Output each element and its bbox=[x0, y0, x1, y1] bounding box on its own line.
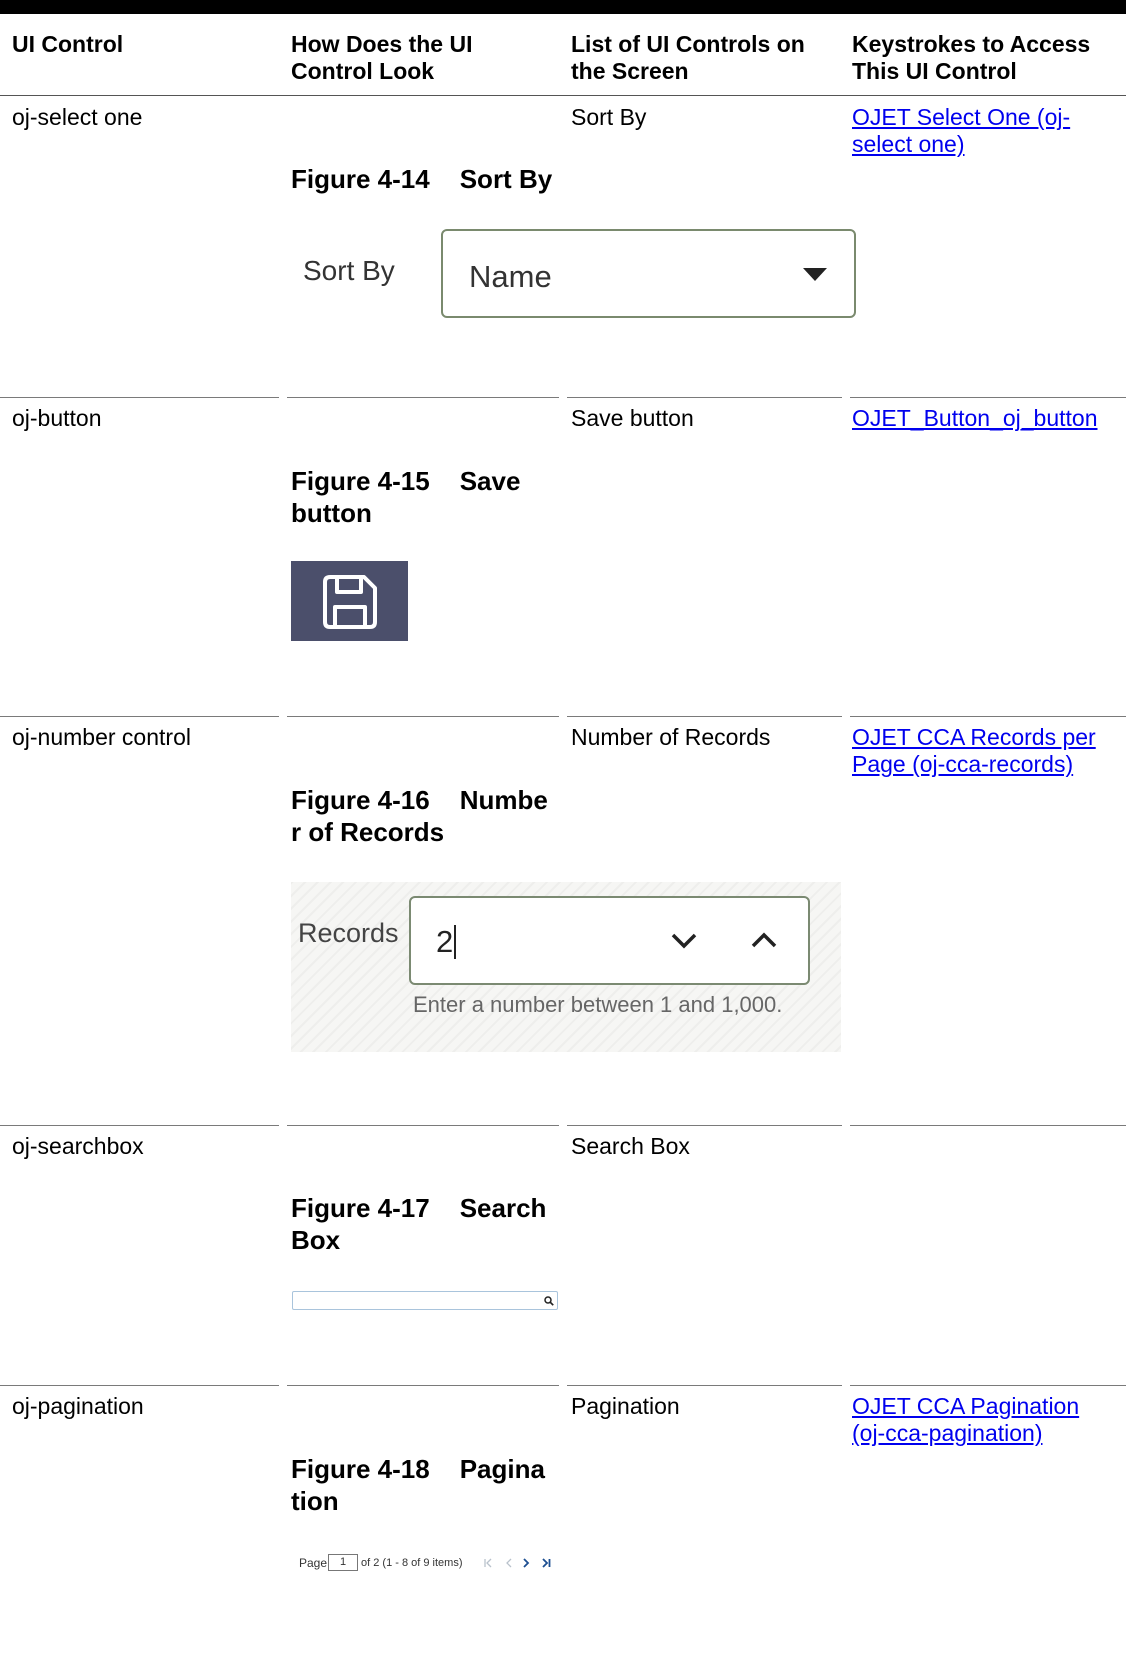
figure-caption: Figure 4-16 Number of Records bbox=[291, 784, 551, 848]
row-list-entry: Pagination bbox=[571, 1393, 680, 1419]
save-button[interactable] bbox=[291, 561, 408, 641]
figure-number: Figure 4-17 bbox=[291, 1193, 430, 1223]
header-control-look: How Does the UI Control Look bbox=[291, 31, 473, 84]
row-list-entry: Search Box bbox=[571, 1133, 690, 1159]
row-control: oj-button bbox=[12, 405, 102, 431]
figure-number: Figure 4-18 bbox=[291, 1454, 430, 1484]
keystroke-link-button[interactable]: OJET_Button_oj_button bbox=[852, 405, 1112, 432]
last-page-icon[interactable] bbox=[541, 1558, 551, 1568]
figure-title: Sort By bbox=[459, 164, 553, 194]
row-list-entry: Number of Records bbox=[571, 724, 771, 750]
previous-page-icon[interactable] bbox=[504, 1558, 514, 1568]
figure-caption: Figure 4-18 Pagination bbox=[291, 1453, 551, 1517]
row-control: oj-searchbox bbox=[12, 1133, 144, 1159]
records-label: Records bbox=[298, 918, 399, 948]
pagination-figure: Page 1 of 2 (1 - 8 of 9 items) bbox=[291, 1550, 561, 1580]
row-control: oj-select one bbox=[12, 104, 143, 130]
figure-number: Figure 4-15 bbox=[291, 466, 430, 496]
sort-by-figure: Sort By Name bbox=[291, 226, 861, 320]
pagination-summary: of 2 (1 - 8 of 9 items) bbox=[361, 1557, 463, 1569]
records-help-text: Enter a number between 1 and 1,000. bbox=[413, 992, 783, 1017]
top-rule bbox=[0, 0, 1126, 14]
records-value: 2 bbox=[436, 924, 454, 959]
first-page-icon[interactable] bbox=[483, 1558, 493, 1568]
pagination-page-input[interactable]: 1 bbox=[328, 1554, 358, 1571]
header-keystrokes: Keystrokes to Access This UI Control bbox=[852, 31, 1091, 84]
sort-by-label: Sort By bbox=[303, 255, 395, 286]
row-control: oj-pagination bbox=[12, 1393, 144, 1419]
search-icon[interactable] bbox=[544, 1296, 554, 1306]
keystroke-link-select-one[interactable]: OJET Select One (oj-select one) bbox=[852, 104, 1102, 158]
figure-caption: Figure 4-17 Search Box bbox=[291, 1192, 551, 1256]
row-control: oj-number control bbox=[12, 724, 191, 750]
chevron-down-icon[interactable] bbox=[669, 928, 699, 952]
figure-caption: Figure 4-14 Sort By bbox=[291, 163, 552, 195]
row-list-entry: Sort By bbox=[571, 104, 647, 130]
caret-down-icon[interactable] bbox=[803, 268, 827, 281]
chevron-up-icon[interactable] bbox=[749, 928, 779, 952]
text-cursor bbox=[454, 925, 456, 959]
header-controls-list: List of UI Controls on the Screen bbox=[571, 31, 805, 84]
figure-number: Figure 4-14 bbox=[291, 164, 430, 194]
records-figure: Records 2 Enter a number between 1 and 1… bbox=[291, 882, 841, 1052]
header-ui-control: UI Control bbox=[12, 31, 124, 57]
search-input[interactable] bbox=[292, 1291, 558, 1310]
pagination-page-label: Page bbox=[299, 1556, 328, 1570]
row-list-entry: Save button bbox=[571, 405, 694, 431]
sort-by-value: Name bbox=[469, 259, 552, 294]
records-number-input[interactable]: 2 bbox=[409, 896, 810, 985]
floppy-disk-icon bbox=[323, 575, 377, 629]
figure-caption: Figure 4-15 Save button bbox=[291, 465, 551, 529]
keystroke-link-records[interactable]: OJET CCA Records per Page (oj-cca-record… bbox=[852, 724, 1117, 778]
header-divider bbox=[0, 95, 1126, 96]
keystroke-link-pagination[interactable]: OJET CCA Pagination (oj-cca-pagination) bbox=[852, 1393, 1102, 1447]
next-page-icon[interactable] bbox=[521, 1558, 531, 1568]
sort-by-select[interactable]: Name bbox=[441, 229, 856, 318]
figure-number: Figure 4-16 bbox=[291, 785, 430, 815]
